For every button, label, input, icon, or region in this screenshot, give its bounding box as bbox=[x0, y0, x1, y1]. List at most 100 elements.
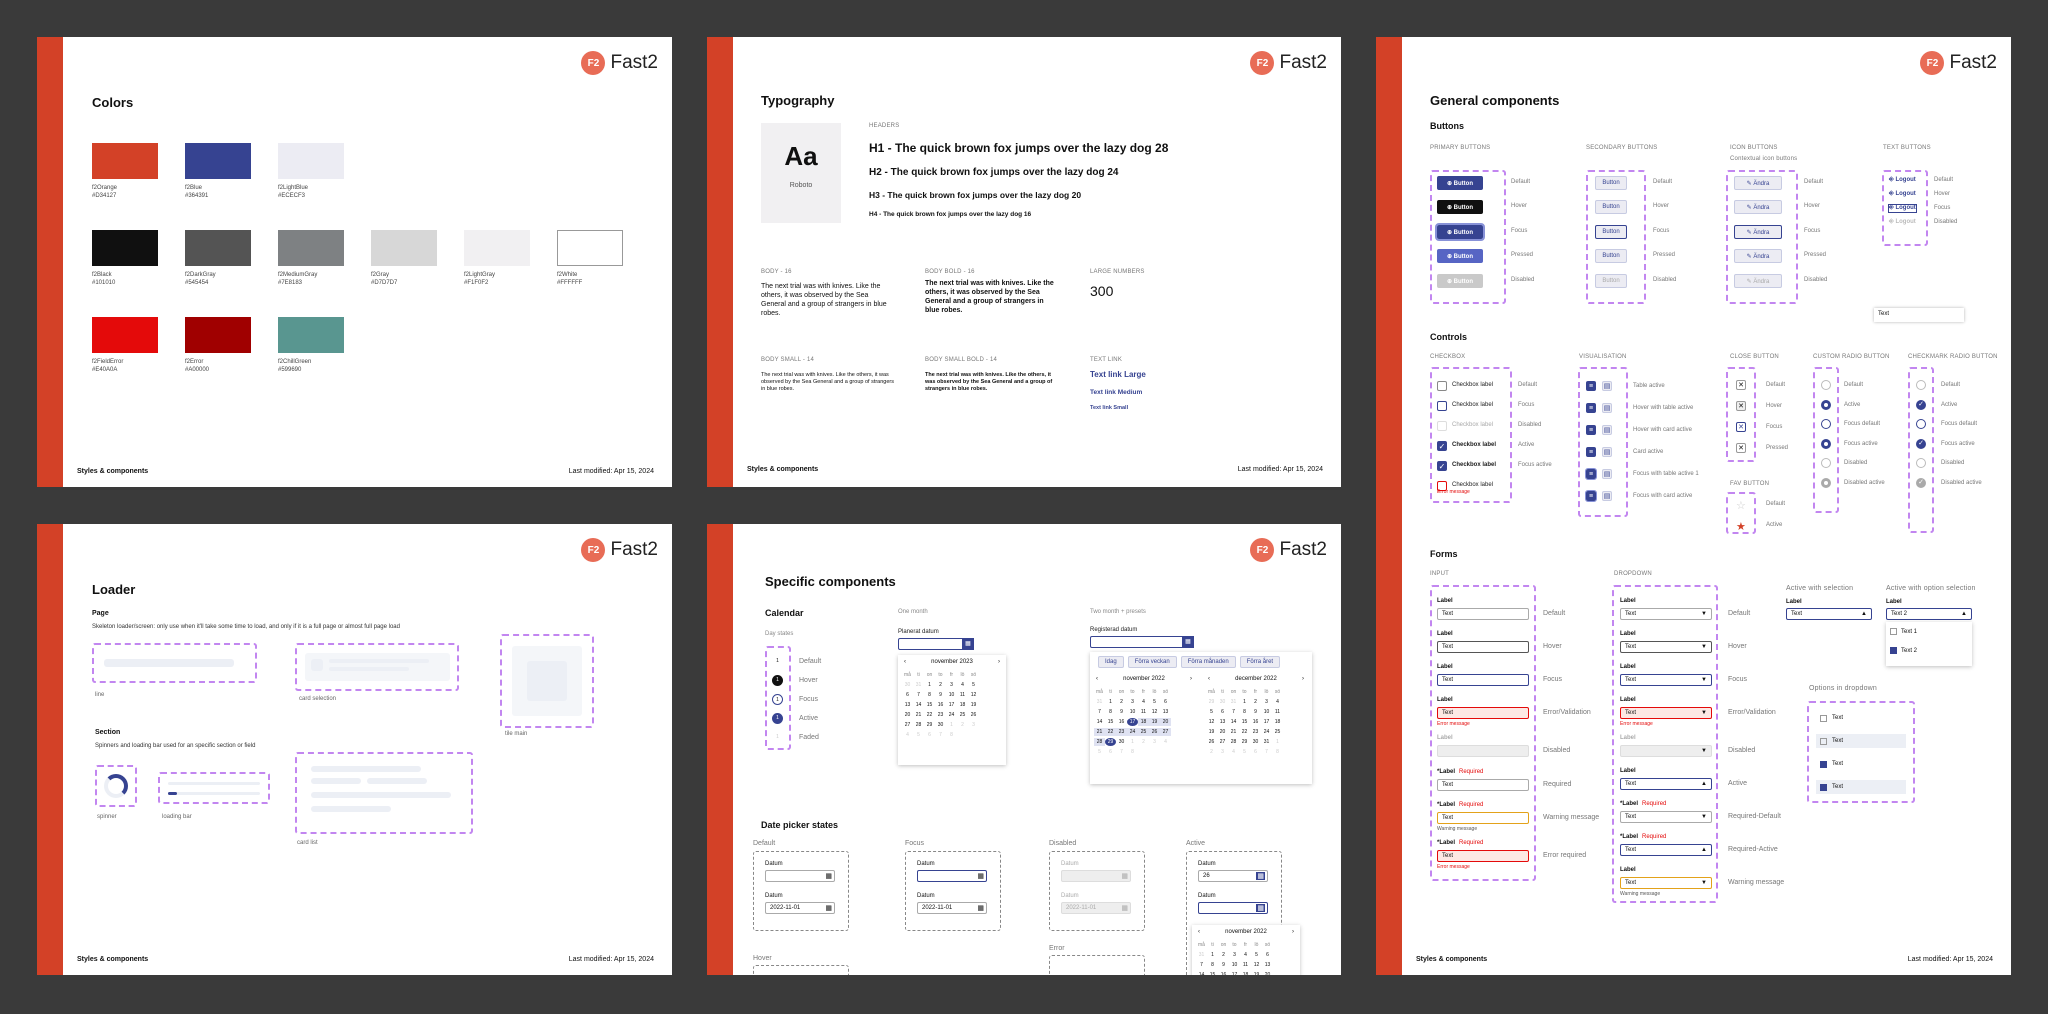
option-row[interactable]: Text bbox=[1816, 711, 1906, 725]
day-cell[interactable]: 14 bbox=[1094, 718, 1105, 726]
option-text1[interactable]: Text 1 bbox=[1890, 628, 1917, 635]
day-cell[interactable]: 7 bbox=[1228, 708, 1239, 716]
day-cell[interactable]: 7 bbox=[913, 691, 924, 699]
day-cell[interactable]: 21 bbox=[1228, 728, 1239, 736]
day-cell[interactable]: 6 bbox=[1217, 708, 1228, 716]
logout-text-button[interactable]: ⎆ Logout bbox=[1889, 191, 1916, 198]
day-cell[interactable]: 2 bbox=[1250, 698, 1261, 706]
day-cell[interactable]: 1 bbox=[772, 675, 783, 686]
day-cell[interactable]: 27 bbox=[902, 721, 913, 729]
day-cell[interactable]: 29 bbox=[924, 721, 935, 729]
day-cell[interactable]: 18 bbox=[1138, 718, 1149, 726]
primary-button[interactable]: ⊕ Button bbox=[1437, 200, 1483, 214]
day-cell[interactable]: 9 bbox=[1250, 708, 1261, 716]
day-cell[interactable]: 30 bbox=[1116, 738, 1127, 746]
day-cell[interactable]: 9 bbox=[935, 691, 946, 699]
day-cell[interactable]: 2 bbox=[1218, 951, 1229, 959]
calendar-icon[interactable]: ▦ bbox=[825, 904, 832, 912]
day-cell[interactable]: 7 bbox=[1196, 961, 1207, 969]
day-cell[interactable]: 20 bbox=[1160, 718, 1171, 726]
text-link-small[interactable]: Text link Small bbox=[1090, 405, 1128, 411]
day-cell[interactable]: 12 bbox=[1251, 961, 1262, 969]
secondary-button[interactable]: Button bbox=[1595, 274, 1627, 288]
day-cell[interactable]: 18 bbox=[957, 701, 968, 709]
day-cell[interactable]: 3 bbox=[1229, 951, 1240, 959]
card-view-icon[interactable]: ▤ bbox=[1602, 469, 1612, 479]
day-cell[interactable]: 8 bbox=[924, 691, 935, 699]
checkbox[interactable] bbox=[1437, 381, 1447, 391]
select-dropdown[interactable]: Text ▼ bbox=[1620, 707, 1712, 719]
edit-icon-button[interactable]: ✎ Ändra bbox=[1734, 176, 1782, 190]
planned-date-input[interactable]: ▦ bbox=[898, 638, 974, 650]
card-view-icon[interactable]: ▤ bbox=[1602, 381, 1612, 391]
chevron-left-icon[interactable]: ‹ bbox=[1096, 676, 1098, 682]
calendar-icon[interactable]: ▦ bbox=[1182, 636, 1194, 648]
day-cell[interactable]: 1 bbox=[772, 656, 783, 667]
text-input[interactable]: Text bbox=[1437, 608, 1529, 620]
day-cell[interactable]: 17 bbox=[1261, 718, 1272, 726]
secondary-button[interactable]: Button bbox=[1595, 176, 1627, 190]
calendar-icon[interactable]: ▦ bbox=[1256, 872, 1265, 880]
day-cell[interactable]: 23 bbox=[935, 711, 946, 719]
day-cell[interactable]: 30 bbox=[935, 721, 946, 729]
day-cell[interactable]: 20 bbox=[1217, 728, 1228, 736]
star-icon[interactable]: ★ bbox=[1736, 520, 1746, 533]
day-cell[interactable]: 12 bbox=[968, 691, 979, 699]
chevron-right-icon[interactable]: › bbox=[998, 659, 1000, 665]
day-cell[interactable]: 20 bbox=[902, 711, 913, 719]
radio-button[interactable] bbox=[1821, 419, 1831, 429]
date-input[interactable]: ▦ bbox=[765, 870, 835, 882]
calendar-icon[interactable]: ▦ bbox=[1121, 872, 1128, 880]
day-cell[interactable]: 22 bbox=[1239, 728, 1250, 736]
table-view-icon[interactable]: ≡ bbox=[1585, 468, 1597, 480]
day-cell[interactable]: 12 bbox=[1149, 708, 1160, 716]
calendar-icon[interactable]: ▦ bbox=[1256, 904, 1265, 912]
table-view-icon[interactable]: ≡ bbox=[1586, 403, 1596, 413]
day-cell[interactable]: 5 bbox=[1206, 708, 1217, 716]
card-view-icon[interactable]: ▤ bbox=[1602, 425, 1612, 435]
day-cell[interactable]: 5 bbox=[1251, 951, 1262, 959]
day-cell[interactable]: 15 bbox=[1207, 971, 1218, 975]
calendar-icon[interactable]: ▦ bbox=[1121, 904, 1128, 912]
day-cell[interactable]: 8 bbox=[1207, 961, 1218, 969]
card-view-icon[interactable]: ▤ bbox=[1602, 491, 1612, 501]
edit-icon-button[interactable]: ✎ Ändra bbox=[1734, 225, 1782, 239]
secondary-button[interactable]: Button bbox=[1595, 225, 1627, 239]
date-input[interactable]: 2022-11-01 ▦ bbox=[917, 902, 987, 914]
day-cell[interactable]: 14 bbox=[913, 701, 924, 709]
primary-button[interactable]: ⊕ Button bbox=[1435, 223, 1485, 241]
day-cell[interactable]: 11 bbox=[1272, 708, 1283, 716]
day-cell[interactable]: 11 bbox=[1240, 961, 1251, 969]
day-cell[interactable]: 25 bbox=[1138, 728, 1149, 736]
day-cell[interactable]: 6 bbox=[1160, 698, 1171, 706]
day-cell[interactable]: 24 bbox=[1261, 728, 1272, 736]
card-view-icon[interactable]: ▤ bbox=[1602, 403, 1612, 413]
radio-button[interactable] bbox=[1821, 477, 1831, 488]
table-view-icon[interactable]: ≡ bbox=[1586, 381, 1596, 391]
day-cell[interactable]: 24 bbox=[1127, 728, 1138, 736]
radio-button[interactable] bbox=[1821, 458, 1831, 468]
table-view-icon[interactable]: ≡ bbox=[1586, 447, 1596, 457]
checkbox[interactable]: ✓ bbox=[1437, 461, 1447, 471]
day-cell[interactable]: 26 bbox=[1149, 728, 1160, 736]
checkmark-radio[interactable] bbox=[1916, 419, 1926, 429]
close-icon[interactable]: ✕ bbox=[1736, 422, 1746, 432]
day-cell[interactable]: 8 bbox=[1239, 708, 1250, 716]
edit-icon-button[interactable]: ✎ Ändra bbox=[1734, 200, 1782, 214]
close-icon[interactable]: ✕ bbox=[1736, 443, 1746, 453]
edit-icon-button[interactable]: ✎ Ändra bbox=[1734, 274, 1782, 288]
chevron-left-icon[interactable]: ‹ bbox=[1208, 676, 1210, 682]
day-cell[interactable]: 13 bbox=[1262, 961, 1273, 969]
day-cell[interactable]: 10 bbox=[1127, 708, 1138, 716]
text-input[interactable]: Text bbox=[1437, 707, 1529, 719]
day-cell[interactable]: 3 bbox=[1127, 698, 1138, 706]
chevron-left-icon[interactable]: ‹ bbox=[904, 659, 906, 665]
day-cell[interactable]: 15 bbox=[924, 701, 935, 709]
text-input[interactable]: Text bbox=[1437, 850, 1529, 862]
select-dropdown[interactable]: ▼ bbox=[1620, 745, 1712, 757]
text-link-large[interactable]: Text link Large bbox=[1090, 370, 1146, 379]
day-cell[interactable]: 22 bbox=[1105, 728, 1116, 736]
star-icon[interactable]: ☆ bbox=[1736, 499, 1746, 512]
day-cell[interactable]: 4 bbox=[957, 681, 968, 689]
secondary-button[interactable]: Button bbox=[1595, 249, 1627, 263]
